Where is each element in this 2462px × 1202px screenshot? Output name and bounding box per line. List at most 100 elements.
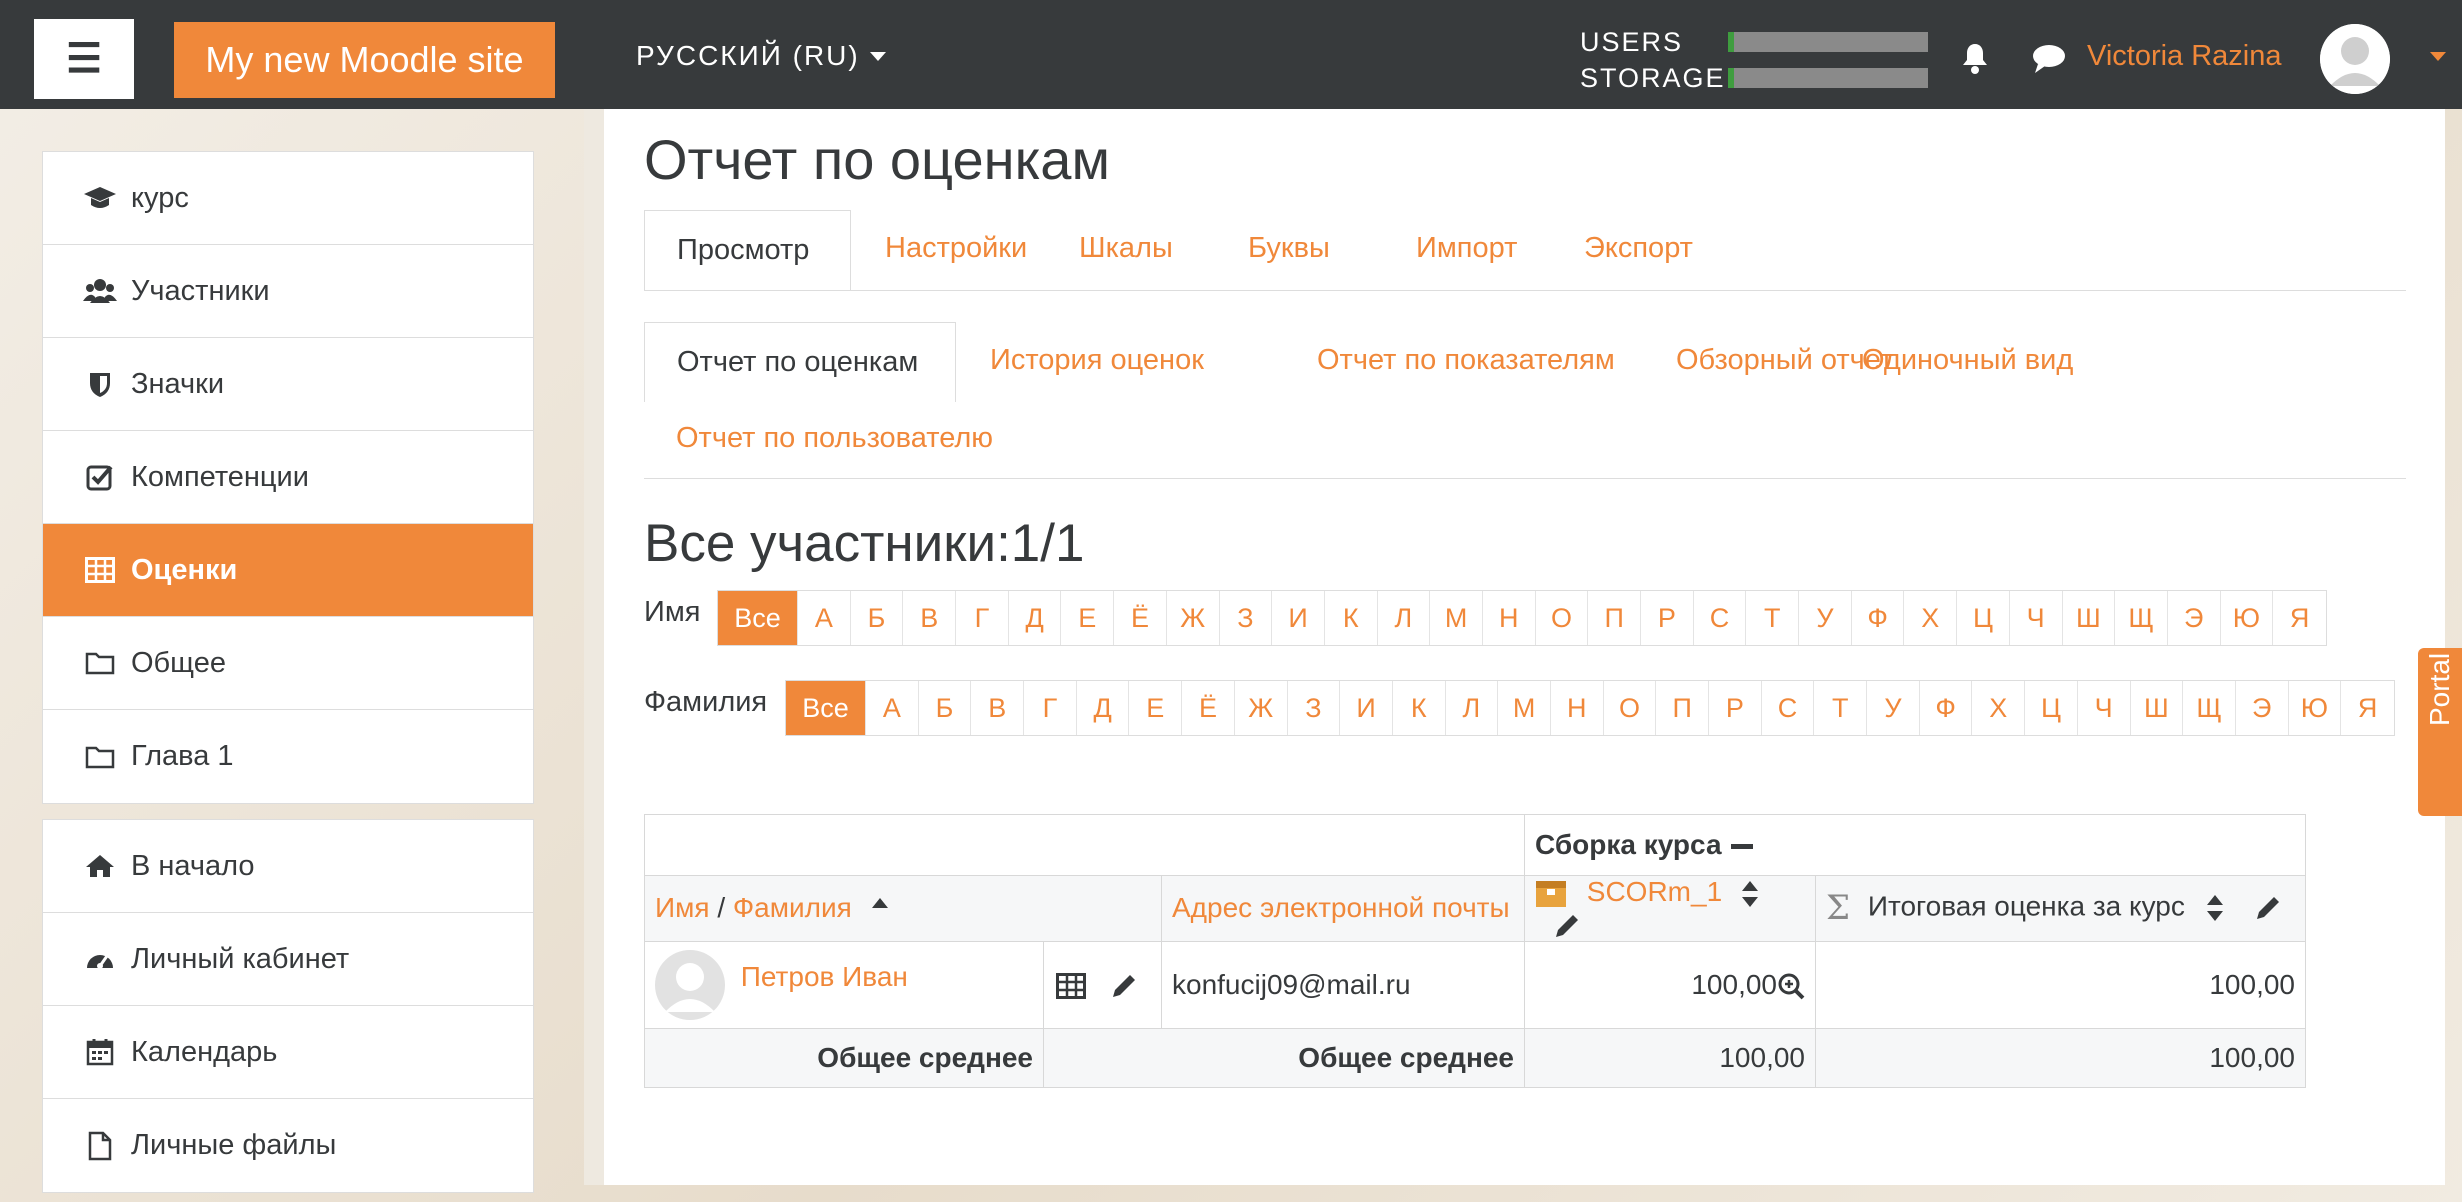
sidebar-item-competencies[interactable]: Компетенции: [43, 431, 533, 524]
zoom-icon[interactable]: [1777, 972, 1805, 1000]
initial-letter-button[interactable]: Т: [1814, 681, 1868, 735]
language-selector[interactable]: РУССКИЙ (RU): [636, 40, 886, 72]
initial-letter-button[interactable]: А: [866, 681, 919, 735]
tab-export[interactable]: Экспорт: [1552, 210, 1725, 286]
sort-email-link[interactable]: Адрес электронной почты: [1172, 892, 1510, 923]
initial-letter-button[interactable]: Ц: [1957, 591, 2010, 645]
initial-letter-button[interactable]: Ё: [1114, 591, 1167, 645]
chat-icon[interactable]: [2032, 44, 2066, 79]
initial-letter-button[interactable]: З: [1288, 681, 1341, 735]
edit-pencil-icon[interactable]: [1110, 972, 1138, 1000]
initial-letter-button[interactable]: И: [1340, 681, 1393, 735]
initial-letter-button[interactable]: Л: [1378, 591, 1431, 645]
subtab-single-view[interactable]: Одиночный вид: [1830, 322, 2105, 398]
menu-toggle-button[interactable]: ☰: [34, 19, 134, 99]
initial-letter-button[interactable]: Г: [956, 591, 1009, 645]
sort-icon[interactable]: [2205, 893, 2225, 923]
initial-letter-button[interactable]: Э: [2168, 591, 2221, 645]
tab-scales[interactable]: Шкалы: [1047, 210, 1205, 286]
sort-lastname-link[interactable]: Фамилия: [733, 892, 852, 923]
initial-letter-button[interactable]: Ю: [2289, 681, 2342, 735]
initial-letter-button[interactable]: Щ: [2115, 591, 2168, 645]
user-report-table-icon[interactable]: [1056, 973, 1086, 1000]
sort-firstname-link[interactable]: Имя: [655, 892, 710, 923]
user-avatar[interactable]: [2320, 24, 2390, 94]
initial-letter-button[interactable]: Т: [1746, 591, 1800, 645]
initial-letter-button[interactable]: М: [1430, 591, 1483, 645]
initial-letter-button[interactable]: М: [1498, 681, 1551, 735]
initial-letter-button[interactable]: Г: [1024, 681, 1077, 735]
initial-letter-button[interactable]: Л: [1446, 681, 1499, 735]
initial-letter-button[interactable]: Ж: [1235, 681, 1288, 735]
sidebar-item-chapter-1[interactable]: Глава 1: [43, 710, 533, 803]
user-menu-caret-icon[interactable]: [2430, 52, 2446, 61]
sidebar-item-participants[interactable]: Участники: [43, 245, 533, 338]
sort-asc-icon[interactable]: [870, 896, 890, 910]
initial-letter-button[interactable]: Д: [1009, 591, 1062, 645]
sidebar-item-grades[interactable]: Оценки: [43, 524, 533, 617]
scorm-item-link[interactable]: SCORm_1: [1587, 876, 1722, 907]
sidebar-item-private-files[interactable]: Личные файлы: [43, 1099, 533, 1192]
initial-letter-button[interactable]: Ц: [2025, 681, 2078, 735]
initial-letter-button[interactable]: П: [1656, 681, 1709, 735]
initial-letter-button[interactable]: Э: [2236, 681, 2289, 735]
initial-letter-button[interactable]: Ч: [2010, 591, 2063, 645]
initial-letter-button[interactable]: Н: [1483, 591, 1536, 645]
user-name-link[interactable]: Victoria Razina: [2087, 40, 2282, 73]
student-avatar[interactable]: [655, 949, 725, 1020]
initial-letter-button[interactable]: А: [798, 591, 851, 645]
initial-letter-button[interactable]: Р: [1709, 681, 1762, 735]
initial-letter-button[interactable]: Д: [1077, 681, 1130, 735]
sidebar-item-dashboard[interactable]: Личный кабинет: [43, 913, 533, 1006]
tab-letters[interactable]: Буквы: [1216, 210, 1362, 286]
initial-letter-button[interactable]: Е: [1061, 591, 1115, 645]
subtab-grade-history[interactable]: История оценок: [958, 322, 1236, 398]
initial-letter-button[interactable]: К: [1325, 591, 1378, 645]
initial-letter-button[interactable]: Ф: [1852, 591, 1905, 645]
initial-letter-button[interactable]: В: [903, 591, 957, 645]
initial-letter-button[interactable]: Щ: [2183, 681, 2236, 735]
initial-letter-button[interactable]: Ч: [2078, 681, 2131, 735]
initial-letter-button[interactable]: У: [1799, 591, 1852, 645]
initial-letter-button[interactable]: Ш: [2131, 681, 2184, 735]
initial-letter-button[interactable]: Ю: [2221, 591, 2274, 645]
subtab-user-report[interactable]: Отчет по пользователю: [644, 400, 1025, 476]
collapse-icon[interactable]: [1731, 844, 1754, 850]
initial-all-button[interactable]: Все: [786, 681, 866, 735]
subtab-outcomes-report[interactable]: Отчет по показателям: [1285, 322, 1647, 398]
student-name-link[interactable]: Петров Иван: [741, 961, 908, 992]
initial-letter-button[interactable]: Ш: [2063, 591, 2116, 645]
sidebar-item-home[interactable]: В начало: [43, 820, 533, 913]
student-item-grade-cell[interactable]: 100,00: [1524, 940, 1816, 1029]
initial-letter-button[interactable]: Р: [1641, 591, 1694, 645]
initial-letter-button[interactable]: Я: [2273, 591, 2326, 645]
initial-letter-button[interactable]: Б: [919, 681, 972, 735]
sidebar-item-course[interactable]: курс: [43, 152, 533, 245]
student-total-cell[interactable]: 100,00: [1815, 940, 2306, 1029]
initial-letter-button[interactable]: Я: [2341, 681, 2394, 735]
subtab-grader-report[interactable]: Отчет по оценкам: [644, 322, 956, 402]
initial-letter-button[interactable]: Ф: [1920, 681, 1973, 735]
bell-icon[interactable]: [1960, 42, 1990, 79]
initial-letter-button[interactable]: Х: [1972, 681, 2026, 735]
initial-letter-button[interactable]: У: [1867, 681, 1920, 735]
sidebar-item-calendar[interactable]: Календарь: [43, 1006, 533, 1099]
sidebar-item-badges[interactable]: Значки: [43, 338, 533, 431]
initial-letter-button[interactable]: Х: [1904, 591, 1958, 645]
initial-letter-button[interactable]: О: [1604, 681, 1657, 735]
portal-side-tab[interactable]: Portal: [2418, 648, 2462, 816]
initial-letter-button[interactable]: П: [1588, 591, 1641, 645]
edit-pencil-icon[interactable]: [1553, 912, 1581, 940]
initial-letter-button[interactable]: Е: [1129, 681, 1183, 735]
tab-view[interactable]: Просмотр: [644, 210, 851, 290]
sort-icon[interactable]: [1740, 879, 1760, 909]
initial-letter-button[interactable]: Н: [1551, 681, 1604, 735]
initial-letter-button[interactable]: З: [1220, 591, 1273, 645]
tab-import[interactable]: Импорт: [1384, 210, 1549, 286]
initial-letter-button[interactable]: И: [1272, 591, 1325, 645]
sidebar-item-general[interactable]: Общее: [43, 617, 533, 710]
initial-letter-button[interactable]: С: [1762, 681, 1815, 735]
initial-letter-button[interactable]: Б: [851, 591, 904, 645]
site-name-button[interactable]: My new Moodle site: [174, 22, 555, 98]
initial-letter-button[interactable]: Ж: [1167, 591, 1220, 645]
